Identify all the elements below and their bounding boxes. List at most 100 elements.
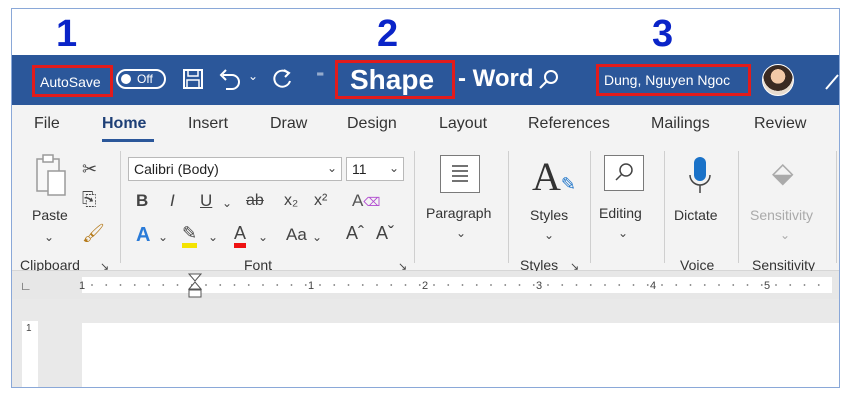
document-area: 1 — [12, 299, 839, 387]
superscript-button[interactable]: x² — [314, 191, 327, 211]
dictate-label[interactable]: Dictate — [674, 207, 718, 223]
autosave-toggle[interactable]: Off — [116, 69, 166, 89]
highlight-dropdown-icon[interactable]: ⌄ — [208, 227, 218, 247]
redo-icon[interactable] — [270, 67, 296, 91]
ruler-tick — [319, 284, 321, 286]
copy-icon[interactable]: ⎘ — [82, 189, 96, 209]
ruler-tick — [390, 284, 393, 286]
tab-mailings[interactable]: Mailings — [651, 115, 710, 133]
strikethrough-button[interactable]: ab — [246, 191, 264, 211]
callout-3: 3 — [652, 13, 674, 55]
avatar[interactable] — [762, 64, 794, 96]
font-color-button[interactable]: A — [234, 223, 247, 248]
clear-formatting-button[interactable]: A⌫ — [352, 191, 380, 212]
ruler-tick — [561, 284, 564, 286]
text-effects-dropdown-icon[interactable]: ⌄ — [158, 227, 168, 247]
tab-design[interactable]: Design — [347, 115, 397, 133]
ruler-tick — [148, 284, 150, 286]
sensitivity-label[interactable]: Sensitivity — [750, 207, 813, 223]
ruler-tick — [219, 284, 222, 286]
tab-selector-icon[interactable]: ∟ — [20, 276, 32, 296]
undo-icon[interactable] — [217, 67, 243, 91]
ruler-tick — [247, 284, 250, 286]
tab-insert[interactable]: Insert — [188, 115, 228, 133]
paragraph-label[interactable]: Paragraph — [426, 205, 491, 221]
underline-button[interactable]: U — [200, 191, 212, 211]
paragraph-button[interactable] — [440, 155, 480, 193]
tab-references[interactable]: References — [528, 115, 610, 133]
ruler-tick — [91, 284, 93, 286]
text-effects-button[interactable]: A — [136, 225, 150, 245]
tab-layout[interactable]: Layout — [439, 115, 487, 133]
paste-icon[interactable] — [34, 153, 68, 197]
change-case-button[interactable]: Aa — [286, 225, 307, 245]
editing-button[interactable] — [604, 155, 644, 191]
ribbon-tabs: File Home Insert Draw Design Layout Refe… — [12, 105, 839, 145]
ruler-tick — [646, 284, 649, 286]
format-painter-icon[interactable]: 🖌 — [82, 223, 105, 243]
change-case-dropdown-icon[interactable]: ⌄ — [312, 227, 322, 247]
font-size-select[interactable]: 11 ⌄ — [346, 157, 404, 181]
separator — [590, 151, 591, 263]
ruler-tick — [347, 284, 350, 286]
cut-icon[interactable]: ✂ — [82, 159, 97, 179]
ruler-tick — [404, 284, 407, 286]
ruler-tick — [447, 284, 450, 286]
horizontal-ruler[interactable]: ∟ 1 1 2 3 4 5 — [12, 271, 839, 299]
save-icon[interactable] — [182, 68, 204, 90]
tab-file[interactable]: File — [34, 115, 60, 133]
styles-dropdown-icon[interactable]: ⌄ — [544, 225, 554, 245]
user-name: Dung, Nguyen Ngoc — [604, 72, 731, 88]
sensitivity-icon[interactable]: ⬙ — [772, 157, 794, 189]
paste-label[interactable]: Paste — [32, 207, 68, 223]
ruler-tick — [475, 284, 478, 286]
indent-marker-icon[interactable] — [188, 273, 202, 299]
font-color-dropdown-icon[interactable]: ⌄ — [258, 227, 268, 247]
ruler-number: 4 — [650, 280, 657, 292]
ruler-tick — [604, 284, 606, 286]
ruler-number: 1 — [79, 280, 86, 292]
highlight-icon[interactable]: ✎ — [182, 223, 198, 248]
font-name-select[interactable]: Calibri (Body) ⌄ — [128, 157, 342, 181]
ruler-tick — [119, 284, 122, 286]
ruler-tick — [718, 284, 720, 286]
user-highlight[interactable]: Dung, Nguyen Ngoc — [596, 64, 751, 96]
ruler-tick — [775, 284, 777, 286]
editing-label[interactable]: Editing — [599, 205, 642, 221]
ruler-tick — [632, 284, 635, 286]
tab-review[interactable]: Review — [754, 115, 806, 133]
tab-draw[interactable]: Draw — [270, 115, 307, 133]
underline-dropdown-icon[interactable]: ⌄ — [222, 193, 232, 213]
sensitivity-dropdown-icon[interactable]: ⌄ — [780, 225, 790, 245]
ruler-number: 5 — [764, 280, 771, 292]
italic-button[interactable]: I — [170, 191, 175, 211]
ruler-number: 1 — [308, 280, 315, 292]
shrink-font-button[interactable]: Aˇ — [376, 223, 394, 243]
bold-button[interactable]: B — [136, 191, 148, 211]
customize-toolbar-icon[interactable]: ⁼ — [316, 67, 324, 87]
styles-icon[interactable]: A✎ — [532, 155, 576, 206]
subscript-button[interactable]: x₂ — [284, 191, 298, 211]
ruler-tick — [803, 284, 806, 286]
search-icon[interactable] — [538, 69, 560, 91]
ruler-tick — [518, 284, 521, 286]
styles-label[interactable]: Styles — [530, 207, 568, 223]
tab-home[interactable]: Home — [102, 115, 146, 133]
ruler-tick — [589, 284, 592, 286]
autosave-state: Off — [137, 72, 153, 86]
pen-icon[interactable] — [824, 71, 840, 91]
editing-dropdown-icon[interactable]: ⌄ — [618, 223, 628, 243]
separator — [508, 151, 509, 263]
ruler-tick — [361, 284, 364, 286]
ruler-tick — [661, 284, 663, 286]
paragraph-dropdown-icon[interactable]: ⌄ — [456, 223, 466, 243]
grow-font-button[interactable]: Aˆ — [346, 223, 364, 243]
ruler-tick — [789, 284, 792, 286]
undo-dropdown-icon[interactable]: ⌄ — [248, 69, 258, 83]
ruler-tick — [418, 284, 421, 286]
paste-dropdown-icon[interactable]: ⌄ — [44, 227, 54, 247]
document-page[interactable] — [82, 323, 839, 387]
separator — [836, 151, 837, 263]
ruler-tick — [162, 284, 165, 286]
microphone-icon[interactable] — [686, 155, 714, 197]
